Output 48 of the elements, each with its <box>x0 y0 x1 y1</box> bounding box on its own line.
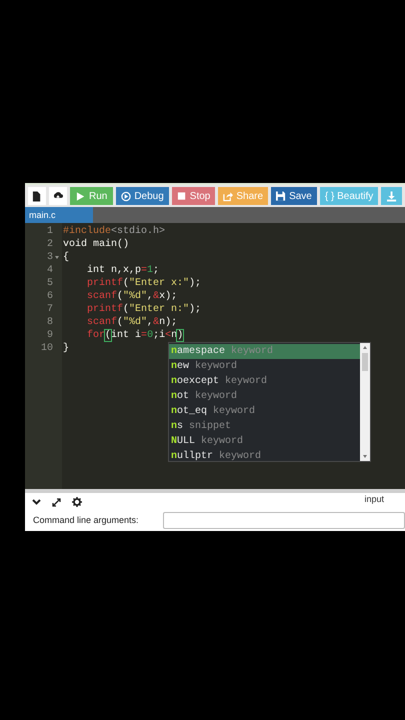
settings-icon[interactable] <box>72 497 82 507</box>
line-number: 5 <box>46 277 53 290</box>
line-number: 8 <box>46 316 53 329</box>
line-number: 7 <box>46 303 53 316</box>
line-number: 6 <box>46 290 53 303</box>
share-icon <box>223 190 234 202</box>
line-number: 10 <box>40 342 53 355</box>
new-file-button[interactable] <box>28 187 46 205</box>
stop-icon <box>176 190 187 202</box>
file-icon <box>32 190 42 202</box>
play-icon <box>76 190 86 202</box>
code-line: scanf("%d",&x); <box>87 290 178 303</box>
code-line: #include<stdio.h> <box>63 225 166 238</box>
line-number: 9 <box>46 329 53 342</box>
chevron-down-icon[interactable] <box>32 499 41 505</box>
code-line: int n,x,p=1; <box>87 264 160 277</box>
code-line: void main() <box>63 238 130 251</box>
input-label: input <box>364 493 384 506</box>
code-line: { <box>63 251 70 264</box>
suggestion-item[interactable]: not_eq keyword <box>169 404 360 419</box>
suggestion-item[interactable]: NULL keyword <box>169 434 360 449</box>
code-line: printf("Enter n:"); <box>87 303 202 316</box>
fold-marker-icon[interactable] <box>55 256 59 259</box>
upload-button[interactable] <box>48 187 67 205</box>
code-line: printf("Enter x:"); <box>87 277 202 290</box>
circle-play-icon <box>121 190 132 202</box>
suggestion-item[interactable]: nullptr keyword <box>169 449 360 464</box>
scrollbar[interactable] <box>360 343 370 461</box>
code-line: for(int i=0;i<n) <box>87 329 184 342</box>
args-input-field[interactable] <box>162 512 405 529</box>
suggestion-item[interactable]: noexcept keyword <box>169 374 360 389</box>
suggestion-item[interactable]: new keyword <box>169 359 360 374</box>
code-line: } <box>63 342 70 355</box>
code-line: scanf("%d",&n); <box>87 316 178 329</box>
expand-icon[interactable] <box>52 498 61 506</box>
line-number: 3 <box>46 251 53 264</box>
args-label: Command line arguments: <box>33 514 139 527</box>
stop-button[interactable]: Stop <box>172 187 216 205</box>
debug-button[interactable]: Debug <box>116 187 169 205</box>
line-number: 1 <box>46 225 53 238</box>
suggestion-item[interactable]: ns snippet <box>169 419 360 434</box>
file-tab[interactable]: main.c <box>25 207 93 223</box>
suggestion-item[interactable]: namespace keyword <box>169 344 360 359</box>
download-icon <box>386 190 397 202</box>
line-number: 2 <box>46 238 53 251</box>
suggestion-item[interactable]: not keyword <box>169 389 360 404</box>
line-number: 4 <box>46 264 53 277</box>
save-button[interactable]: Save <box>271 187 317 205</box>
